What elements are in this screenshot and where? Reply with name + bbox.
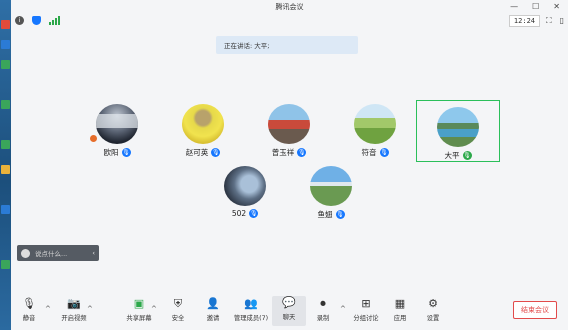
invite-button[interactable]: 👤 邀请 [196,297,230,322]
info-icon[interactable]: i [15,16,24,25]
desktop-app-icon[interactable] [1,100,10,109]
settings-button[interactable]: ⚙ 设置 [416,297,450,322]
apps-button[interactable]: ▦ 应用 [383,297,417,322]
participant-name: 鱼翅 [317,210,333,219]
mic-icon: 🎙 [249,209,259,218]
avatar [310,166,352,206]
chat-bubble-icon: 💬 [282,296,296,309]
desktop-app-icon[interactable] [1,60,10,69]
participant-tile[interactable]: 曾玉祥 🎙 [247,98,331,160]
meeting-window: 腾讯会议 — ☐ ✕ i 12:24 ⛶ ▯ 正在讲话: 大平; 欧阳 🎙 赵可… [11,0,568,330]
desktop-app-icon[interactable] [1,260,10,269]
participant-tile-active-speaker[interactable]: 大平 🎙 [416,100,500,162]
participant-name: 曾玉祥 [271,148,295,157]
gear-icon: ⚙ [428,297,438,310]
record-icon: ⏺ [320,297,326,310]
chat-button[interactable]: 💬 聊天 [272,296,306,326]
mic-speaking-icon: 🎙 [462,151,472,160]
chevron-up-icon[interactable]: ^ [45,305,51,313]
participant-tile[interactable]: 欧阳 🎙 [75,98,159,160]
mic-icon: 🎙 [297,148,307,157]
avatar [268,104,310,144]
chat-placeholder: 说点什么... [35,250,68,258]
meeting-toolbar: 🎙 静音 ^ 📷 开启视频 ^ ▣ 共享屏幕 ^ ⛨ 安全 👤 邀请 👥 管理成… [11,293,568,330]
fullscreen-icon[interactable]: ⛶ [546,16,552,26]
mute-button[interactable]: 🎙 静音 [12,297,46,322]
shield-icon: ⛨ [173,297,183,310]
desktop-app-icon[interactable] [1,140,10,149]
mic-icon: 🎙 [335,210,345,219]
chevron-up-icon[interactable]: ^ [87,305,93,313]
chevron-up-icon[interactable]: ^ [340,305,346,313]
shield-icon[interactable] [32,16,41,25]
window-title: 腾讯会议 [275,3,304,11]
participant-name: 符音 [361,148,377,157]
title-bar: 腾讯会议 — ☐ ✕ [11,0,568,14]
chat-input[interactable]: 说点什么... ‹ [17,245,99,261]
speaking-indicator: 正在讲话: 大平; [216,36,358,54]
end-meeting-button[interactable]: 结束会议 [513,301,557,319]
participant-name: 赵可英 [185,148,209,157]
avatar [437,107,479,147]
meeting-info-bar: i 12:24 ⛶ ▯ [11,14,568,29]
record-button[interactable]: ⏺ 录制 [306,297,340,322]
chevron-left-icon[interactable]: ‹ [92,249,95,257]
microphone-icon: 🎙 [22,297,36,310]
participant-tile[interactable]: 赵可英 🎙 [161,98,245,160]
meeting-clock: 12:24 [508,15,540,27]
participant-tile[interactable]: 502 🎙 [203,160,287,222]
participant-name: 欧阳 [103,148,119,157]
mic-icon: 🎙 [379,148,389,157]
members-icon: 👥 [244,297,258,310]
manage-members-button[interactable]: 👥 管理成员(7) [230,297,272,322]
mic-icon: 🎙 [211,148,221,157]
signal-icon[interactable] [49,16,60,25]
minimize-icon[interactable]: — [510,2,518,11]
layout-icon[interactable]: ▯ [560,16,564,26]
host-badge-icon [90,135,97,142]
close-icon[interactable]: ✕ [553,2,560,11]
avatar [96,104,138,144]
desktop-app-icon[interactable] [1,40,10,49]
security-button[interactable]: ⛨ 安全 [161,297,195,322]
maximize-icon[interactable]: ☐ [532,2,539,11]
mic-icon: 🎙 [121,148,131,157]
add-user-icon: 👤 [206,297,220,310]
avatar [354,104,396,144]
participant-tile[interactable]: 符音 🎙 [333,98,417,160]
participant-tile[interactable]: 鱼翅 🎙 [289,160,373,222]
participant-name: 大平 [444,151,460,160]
desktop-app-icon[interactable] [1,205,10,214]
desktop-app-icon[interactable] [1,20,10,29]
apps-grid-icon: ▦ [394,297,406,310]
breakout-rooms-button[interactable]: ⊞ 分组讨论 [347,297,385,322]
breakout-icon: ⊞ [361,297,371,310]
desktop-app-icon[interactable] [1,165,10,174]
avatar [224,166,266,206]
chevron-up-icon[interactable]: ^ [151,305,157,313]
window-controls: — ☐ ✕ [510,2,560,11]
emoji-icon[interactable] [21,248,30,258]
avatar [182,104,224,144]
participant-name: 502 [231,209,247,218]
